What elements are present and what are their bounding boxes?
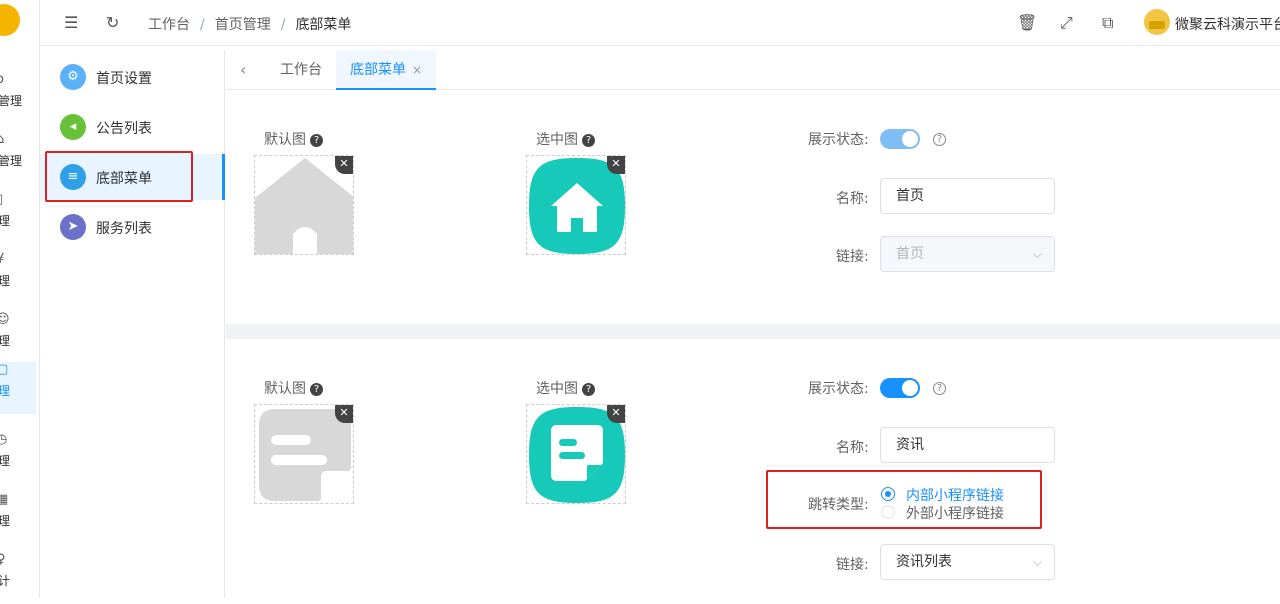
tablet-icon: ▢ bbox=[0, 362, 9, 377]
close-icon[interactable]: ✕ bbox=[335, 405, 353, 423]
link-select[interactable]: 资讯列表 ⌵ bbox=[880, 544, 1055, 580]
name-label: 名称: bbox=[836, 440, 869, 456]
user-name[interactable]: 微聚云科演示平台 bbox=[1175, 14, 1280, 34]
grid-icon: ▦ bbox=[0, 492, 9, 507]
tab-bar: ‹ 工作台 底部菜单 × bbox=[226, 50, 1280, 90]
close-icon[interactable]: ✕ bbox=[607, 405, 625, 423]
breadcrumb-item[interactable]: 首页管理 bbox=[215, 17, 271, 33]
rail-item-label: 统计 bbox=[0, 574, 11, 588]
main-content: 默认图? ✕ 选中图? ✕ 展示状态: ? 名称: 首页 链接: 首页 ⌵ 默认图… bbox=[226, 91, 1280, 598]
rail-item-site[interactable]: ⌂ 站管理 bbox=[0, 132, 36, 184]
section-divider bbox=[226, 324, 1280, 339]
rail-item-label: 管理 bbox=[0, 514, 11, 528]
collapse-menu-icon[interactable]: ☰ bbox=[64, 13, 78, 32]
site-icon: ⌂ bbox=[0, 132, 5, 147]
highlight-box bbox=[45, 151, 193, 202]
logo bbox=[0, 4, 20, 36]
rail-item-label: 管理 bbox=[0, 384, 11, 398]
selected-image-upload[interactable]: ✕ bbox=[526, 404, 626, 504]
member-icon: o bbox=[0, 72, 4, 87]
breadcrumb-current: 底部菜单 bbox=[295, 17, 352, 33]
chevron-down-icon: ⌵ bbox=[1032, 247, 1042, 261]
stats-icon: ♀ bbox=[0, 552, 6, 567]
chevron-down-icon: ⌵ bbox=[1032, 555, 1042, 569]
rail-item-finance[interactable]: ¥ 管理 bbox=[0, 252, 36, 304]
link-select[interactable]: 首页 ⌵ bbox=[880, 236, 1055, 272]
status-label: 展示状态: bbox=[808, 381, 869, 397]
link-select-value: 首页 bbox=[896, 246, 924, 262]
help-icon[interactable]: ? bbox=[933, 133, 946, 146]
fullscreen-icon[interactable]: ⤢ bbox=[1060, 13, 1073, 33]
close-icon[interactable]: ✕ bbox=[335, 156, 353, 174]
rail-item-member[interactable]: o 员管理 bbox=[0, 72, 36, 124]
tab-bottom-menu[interactable]: 底部菜单 × bbox=[336, 50, 437, 90]
rail-item-decor[interactable]: ▢ 管理 bbox=[0, 362, 36, 414]
help-icon[interactable]: ? bbox=[310, 134, 323, 147]
tab-label: 工作台 bbox=[280, 62, 322, 78]
tab-workbench[interactable]: 工作台 bbox=[266, 50, 336, 90]
default-image-upload[interactable]: ✕ bbox=[254, 155, 354, 255]
rail-item-apps[interactable]: ▦ 管理 bbox=[0, 492, 36, 544]
help-icon[interactable]: ? bbox=[582, 383, 595, 396]
rail-item-label: 管理 bbox=[0, 454, 11, 468]
status-toggle[interactable] bbox=[880, 129, 920, 149]
left-rail: o 员管理 ⌂ 站管理 ▯ 管理 ¥ 管理 ☺ 管理 ▢ 管理 ◷ 管理 ▦ 管理 ♀ 统计 bbox=[0, 0, 40, 598]
submenu-item-home-settings[interactable]: ⚙ 首页设置 bbox=[40, 54, 225, 100]
default-image-upload[interactable]: ✕ bbox=[254, 404, 354, 504]
name-input[interactable]: 首页 bbox=[880, 178, 1055, 214]
bag-icon: ▯ bbox=[0, 192, 3, 207]
gear-icon: ⚙ bbox=[60, 64, 86, 90]
send-icon: ➤ bbox=[60, 214, 86, 240]
help-icon[interactable]: ? bbox=[582, 134, 595, 147]
trash-icon[interactable]: 🗑 bbox=[1017, 13, 1037, 32]
submenu-item-service-list[interactable]: ➤ 服务列表 bbox=[40, 204, 225, 250]
rail-item-label: 管理 bbox=[0, 334, 11, 348]
yen-icon: ¥ bbox=[0, 252, 5, 267]
submenu-label: 公告列表 bbox=[96, 121, 152, 137]
submenu-label: 首页设置 bbox=[96, 71, 152, 87]
name-label: 名称: bbox=[836, 191, 869, 207]
clock-icon: ◷ bbox=[0, 432, 8, 447]
rail-item-users[interactable]: ☺ 管理 bbox=[0, 312, 36, 364]
breadcrumb: 工作台 / 首页管理 / 底部菜单 bbox=[148, 17, 352, 33]
selected-image-label: 选中图? bbox=[536, 378, 595, 398]
close-icon[interactable]: × bbox=[412, 63, 422, 77]
help-icon[interactable]: ? bbox=[933, 382, 946, 395]
status-label: 展示状态: bbox=[808, 132, 869, 148]
users-icon: ☺ bbox=[0, 312, 10, 327]
top-header: ☰ ↻ 工作台 / 首页管理 / 底部菜单 🗑 ⤢ ⧉ 微聚云科演示平台 bbox=[40, 0, 1280, 46]
speaker-icon: ◂ bbox=[60, 114, 86, 140]
status-toggle[interactable] bbox=[880, 378, 920, 398]
default-image-label: 默认图? bbox=[264, 378, 323, 398]
selected-image-label: 选中图? bbox=[536, 129, 595, 149]
link-select-value: 资讯列表 bbox=[896, 554, 952, 570]
rail-item-label: 员管理 bbox=[0, 94, 23, 108]
refresh-icon[interactable]: ↻ bbox=[106, 13, 119, 32]
avatar[interactable] bbox=[1144, 9, 1170, 35]
selected-image-upload[interactable]: ✕ bbox=[526, 155, 626, 255]
link-label: 链接: bbox=[836, 557, 869, 573]
submenu-label: 服务列表 bbox=[96, 221, 152, 237]
submenu-item-notice-list[interactable]: ◂ 公告列表 bbox=[40, 104, 225, 150]
translate-icon[interactable]: ⧉ bbox=[1102, 13, 1113, 33]
rail-item-orders[interactable]: ◷ 管理 bbox=[0, 432, 36, 484]
submenu: ⚙ 首页设置 ◂ 公告列表 ≡ 底部菜单 ➤ 服务列表 bbox=[40, 50, 225, 598]
rail-item-stats[interactable]: ♀ 统计 bbox=[0, 552, 36, 604]
highlight-box bbox=[766, 470, 1042, 529]
help-icon[interactable]: ? bbox=[310, 383, 323, 396]
breadcrumb-item[interactable]: 工作台 bbox=[148, 17, 190, 33]
tab-label: 底部菜单 bbox=[350, 62, 406, 78]
name-input[interactable]: 资讯 bbox=[880, 427, 1055, 463]
link-label: 链接: bbox=[836, 249, 869, 265]
rail-item-label: 管理 bbox=[0, 274, 11, 288]
rail-item-goods[interactable]: ▯ 管理 bbox=[0, 192, 36, 244]
chevron-left-icon[interactable]: ‹ bbox=[240, 60, 246, 79]
default-image-label: 默认图? bbox=[264, 129, 323, 149]
rail-item-label: 管理 bbox=[0, 214, 11, 228]
close-icon[interactable]: ✕ bbox=[607, 156, 625, 174]
rail-item-label: 站管理 bbox=[0, 154, 23, 168]
